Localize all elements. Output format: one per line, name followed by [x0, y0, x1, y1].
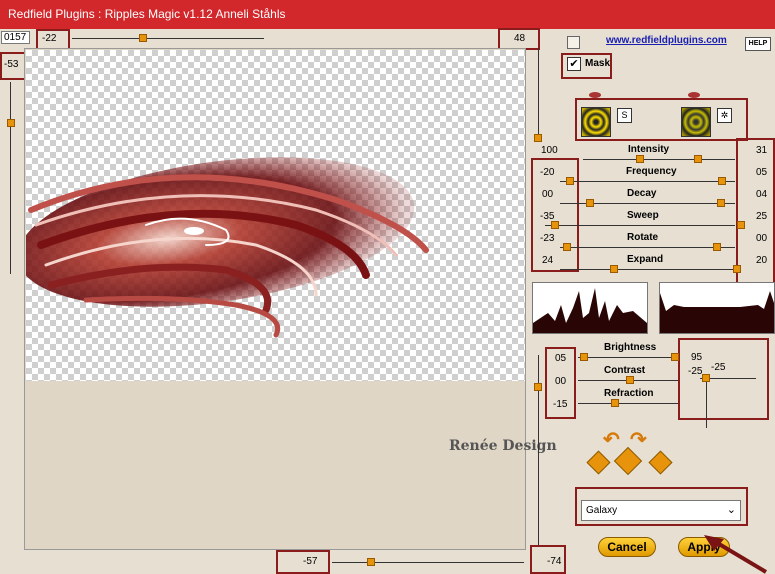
decay-slider-knob-2[interactable]	[717, 199, 725, 207]
sweep-slider-track[interactable]	[545, 225, 735, 226]
decay-label: Decay	[627, 188, 657, 199]
mask-checkbox[interactable]: ✔	[567, 57, 581, 71]
contrast-value: 00	[555, 376, 567, 387]
chevron-down-icon: ⌄	[726, 504, 736, 516]
window-title: Redfield Plugins : Ripples Magic v1.12 A…	[8, 7, 286, 21]
frequency-slider-track[interactable]	[560, 181, 735, 182]
refraction-label: Refraction	[604, 388, 654, 399]
light-position-knob[interactable]	[702, 374, 710, 382]
expand-slider-knob[interactable]	[610, 265, 618, 273]
refraction-value: -15	[553, 399, 568, 410]
top-slider-knob[interactable]	[139, 34, 147, 42]
light-x-value: -25	[688, 366, 703, 377]
rotate-slider-track[interactable]	[560, 247, 735, 248]
waveform-graph-right	[659, 282, 775, 334]
swirl-direction-s-button[interactable]: S	[617, 108, 632, 123]
params-left-values-box	[531, 158, 579, 272]
expand-label: Expand	[627, 254, 664, 265]
bottom-right-value: -74	[547, 556, 562, 567]
swirl-rotate-icon[interactable]: ✲	[717, 108, 732, 123]
sweep-label: Sweep	[627, 210, 659, 221]
intensity-right-value: 31	[756, 145, 768, 156]
decay-left-value: 00	[542, 189, 554, 200]
refraction-slider-track[interactable]	[578, 403, 678, 404]
expand-right-value: 20	[756, 255, 768, 266]
help-button[interactable]: HELP	[745, 37, 771, 51]
pointer-arrow-icon	[704, 535, 768, 574]
expand-slider-knob-2[interactable]	[733, 265, 741, 273]
expand-left-value: 24	[542, 255, 554, 266]
preset-dropdown[interactable]: Galaxy ⌄	[581, 500, 741, 521]
top-slider-track[interactable]	[72, 38, 264, 39]
swirl-pattern-icon[interactable]	[581, 107, 611, 137]
intensity-slider-knob[interactable]	[636, 155, 644, 163]
small-square-icon[interactable]	[567, 36, 580, 49]
undo-arrow-icon[interactable]: ↶	[603, 427, 620, 452]
website-link[interactable]: www.redfieldplugins.com	[606, 35, 727, 46]
mask-label: Mask	[585, 58, 611, 69]
ripple-preview-image	[26, 157, 429, 338]
rotate-right-value: 00	[756, 233, 768, 244]
expand-slider-track[interactable]	[560, 269, 735, 270]
bottom-slider-value: -57	[303, 556, 318, 567]
rotate-left-value: -23	[540, 233, 555, 244]
refraction-slider-knob[interactable]	[611, 399, 619, 407]
cancel-button[interactable]: Cancel	[598, 537, 656, 557]
brightness-slider-knob[interactable]	[580, 353, 588, 361]
contrast-slider-knob[interactable]	[626, 376, 634, 384]
rotate-slider-knob[interactable]	[563, 243, 571, 251]
brightness-label: Brightness	[604, 342, 657, 353]
left-slider-track[interactable]	[10, 82, 11, 274]
top-slider-value: -22	[42, 33, 57, 44]
frequency-label: Frequency	[626, 166, 677, 177]
top-right-value: 48	[514, 33, 526, 44]
redo-arrow-icon[interactable]: ↷	[630, 427, 647, 452]
watermark-text: Renée Design	[449, 438, 557, 454]
frequency-right-value: 05	[756, 167, 768, 178]
swirl-pattern-icon[interactable]	[681, 107, 711, 137]
frequency-slider-knob-2[interactable]	[718, 177, 726, 185]
decay-right-value: 04	[756, 189, 768, 200]
light-y-value: -25	[711, 362, 726, 373]
brightness-slider-track[interactable]	[578, 357, 678, 358]
left-slider-value: -53	[4, 59, 19, 70]
sweep-slider-knob-2[interactable]	[737, 221, 745, 229]
sweep-slider-knob[interactable]	[551, 221, 559, 229]
bottom-slider-knob[interactable]	[367, 558, 375, 566]
light-position-box	[678, 338, 769, 420]
brightness-slider-knob-2[interactable]	[671, 353, 679, 361]
light-y-track[interactable]	[706, 378, 707, 428]
right-lower-slider-knob[interactable]	[534, 383, 542, 391]
brightness-value: 05	[555, 353, 567, 364]
right-vertical-slider-track[interactable]	[538, 48, 539, 142]
top-left-field[interactable]: 0157	[1, 31, 30, 44]
bottom-slider-track[interactable]	[332, 562, 524, 563]
preview-area[interactable]	[24, 48, 526, 550]
title-bar: Redfield Plugins : Ripples Magic v1.12 A…	[0, 0, 775, 29]
decay-slider-knob[interactable]	[586, 199, 594, 207]
preset-selected-value: Galaxy	[586, 505, 618, 516]
params-top-value: 100	[541, 145, 558, 156]
waveform-graph-left	[532, 282, 648, 334]
intensity-slider-track[interactable]	[583, 159, 735, 160]
light-value: 95	[691, 352, 703, 363]
frequency-slider-knob[interactable]	[566, 177, 574, 185]
rotate-label: Rotate	[627, 232, 659, 243]
intensity-label: Intensity	[628, 144, 670, 155]
right-vertical-slider-knob[interactable]	[534, 134, 542, 142]
contrast-label: Contrast	[604, 365, 646, 376]
sweep-right-value: 25	[756, 211, 768, 222]
left-slider-knob[interactable]	[7, 119, 15, 127]
intensity-slider-knob-2[interactable]	[694, 155, 702, 163]
frequency-left-value: -20	[540, 167, 555, 178]
rotate-slider-knob-2[interactable]	[713, 243, 721, 251]
